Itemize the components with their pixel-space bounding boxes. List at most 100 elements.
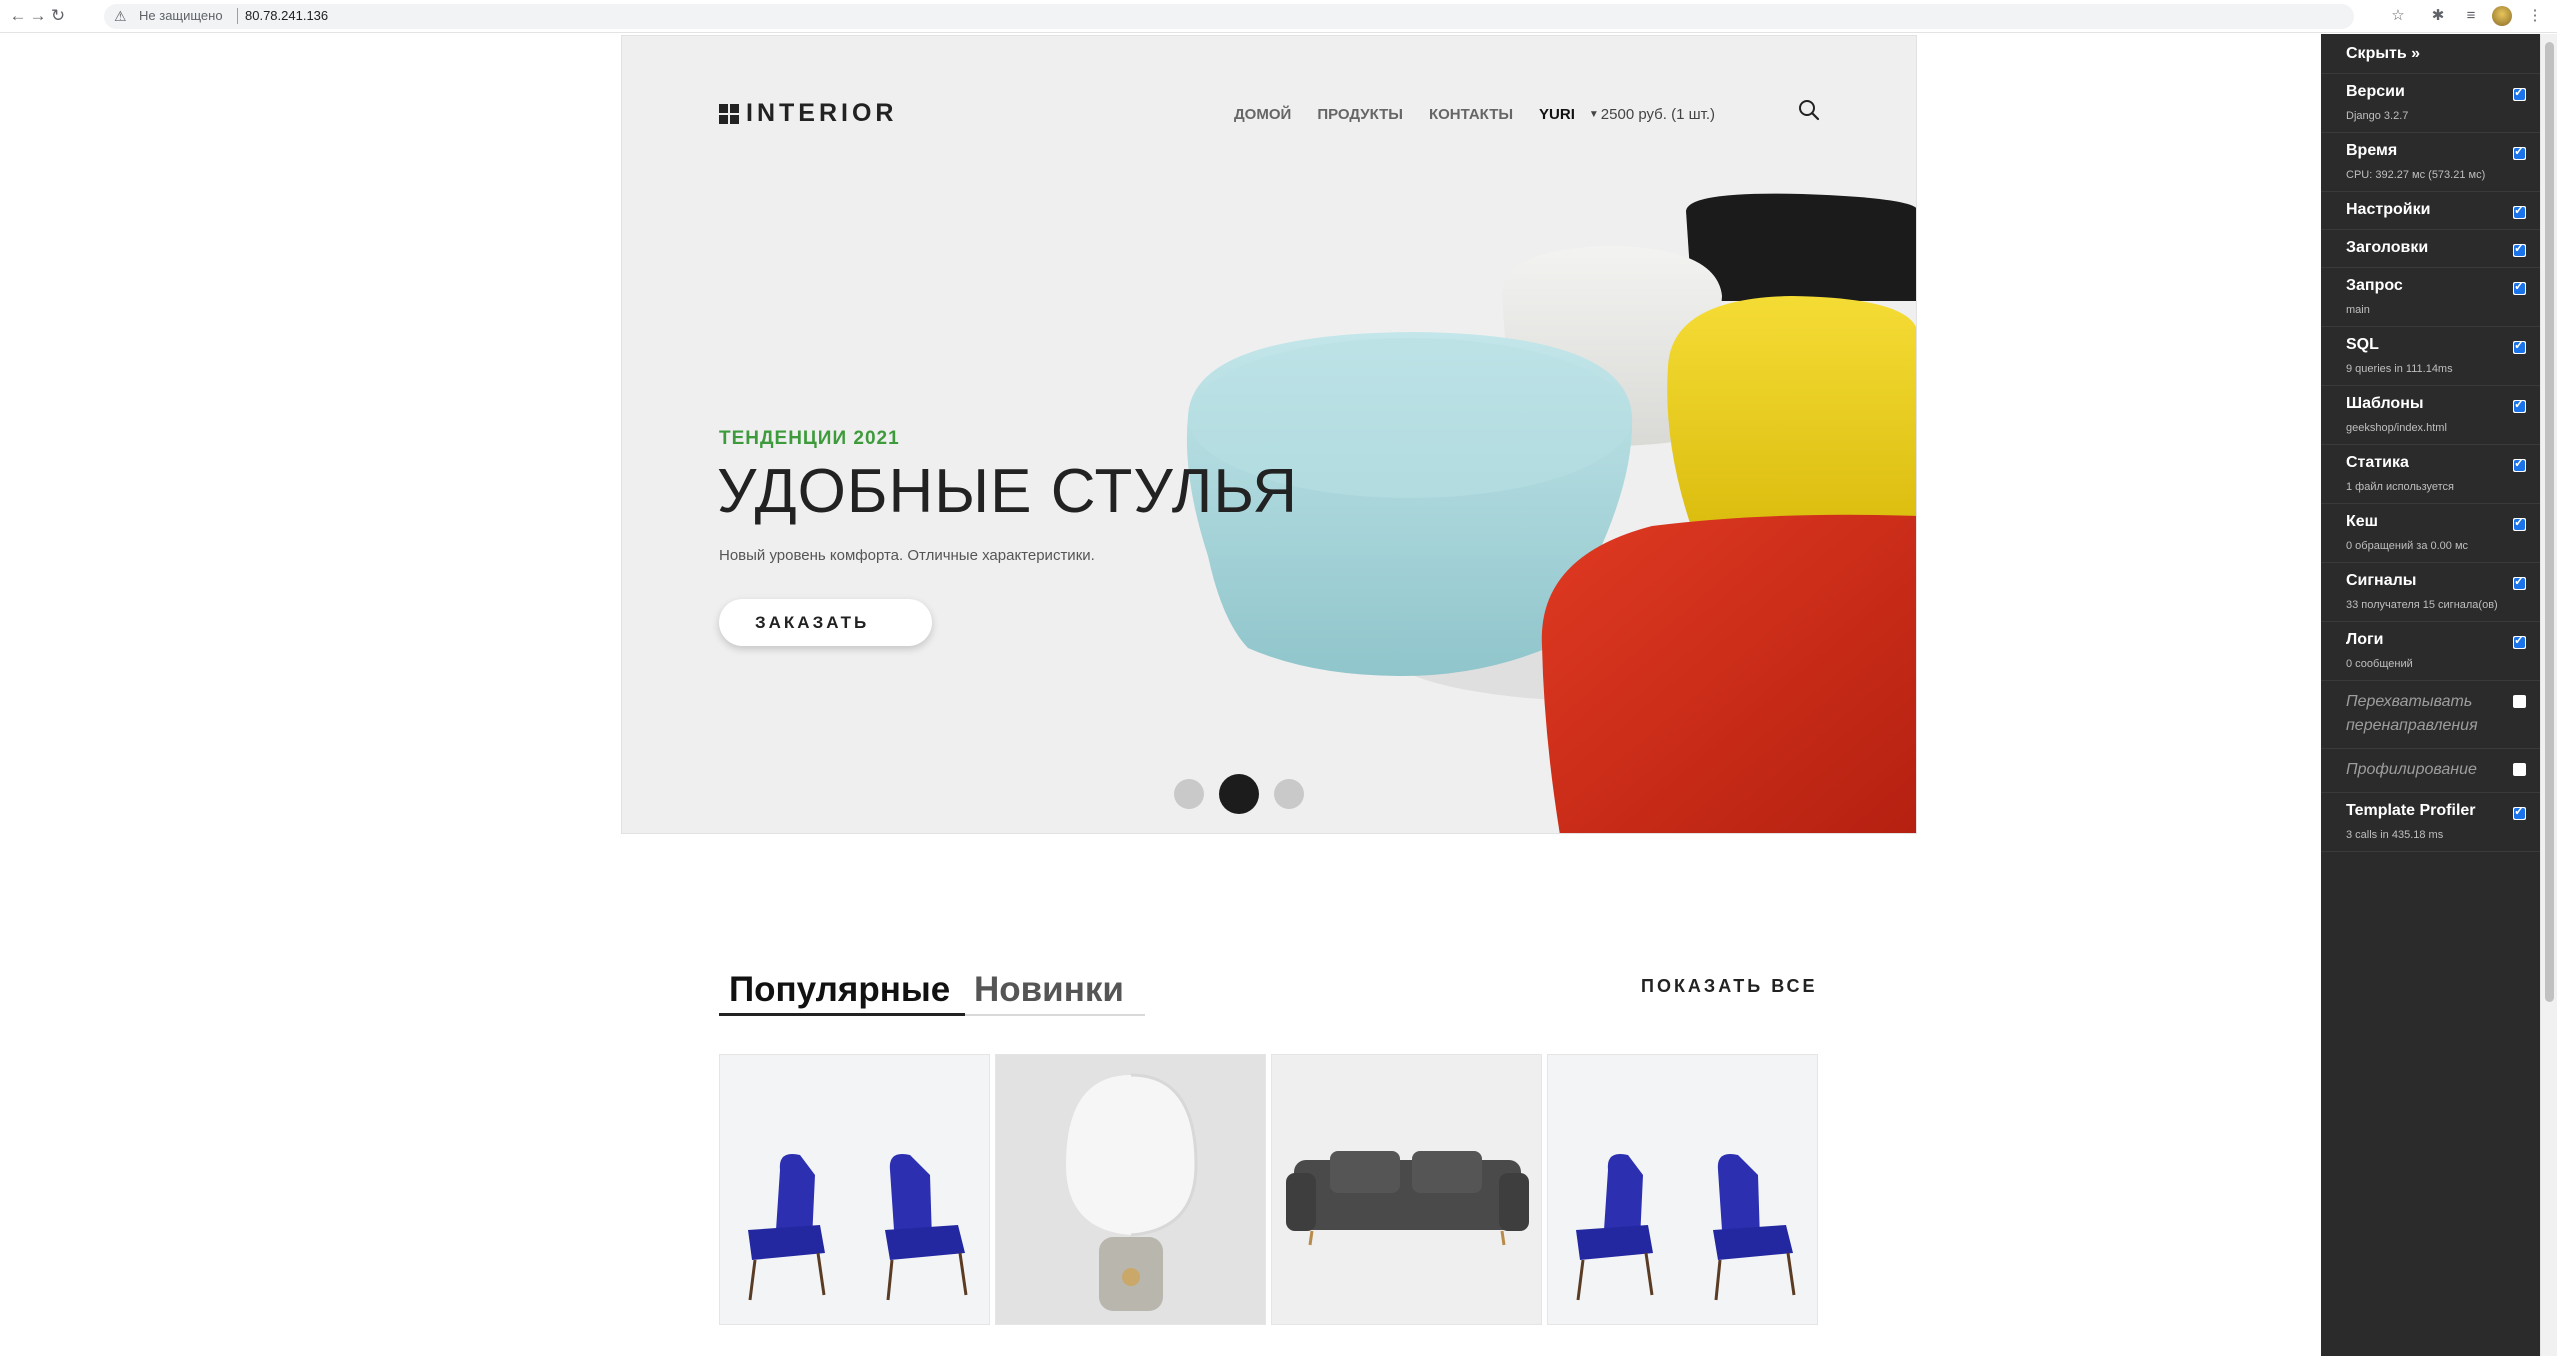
reload-icon[interactable]: ↻ bbox=[48, 6, 68, 26]
debug-panel-subtitle: 0 обращений за 0.00 мс bbox=[2346, 540, 2469, 552]
hero-slider: INTERIOR ДОМОЙ ПРОДУКТЫ КОНТАКТЫ YURI ▼ … bbox=[621, 35, 1917, 834]
product-tabs: Популярные Новинки bbox=[719, 964, 1145, 1016]
debug-panel-subtitle: 33 получателя 15 сигнала(ов) bbox=[2346, 599, 2498, 611]
address-divider bbox=[237, 8, 238, 24]
debug-panel[interactable]: Перехватывать перенаправления bbox=[2321, 681, 2540, 749]
scrollbar-thumb[interactable] bbox=[2545, 42, 2554, 1002]
debug-panel-title[interactable]: Настройки bbox=[2346, 201, 2510, 219]
debug-panel-subtitle: CPU: 392.27 мс (573.21 мс) bbox=[2346, 169, 2486, 181]
debug-panel-checkbox[interactable] bbox=[2513, 574, 2526, 590]
security-status[interactable]: Не защищено bbox=[139, 8, 223, 23]
debug-panel-checkbox[interactable] bbox=[2513, 633, 2526, 649]
page-scrollbar[interactable] bbox=[2540, 34, 2557, 1356]
debug-panel-title[interactable]: Template Profiler bbox=[2346, 802, 2510, 820]
debug-panel-checkbox[interactable] bbox=[2513, 203, 2526, 219]
debug-panel[interactable]: Template Profiler 3 calls in 435.18 ms bbox=[2321, 793, 2540, 852]
url-text[interactable]: 80.78.241.136 bbox=[245, 8, 328, 23]
debug-panel[interactable]: Шаблоны geekshop/index.html bbox=[2321, 386, 2540, 445]
debug-panel[interactable]: SQL 9 queries in 111.14ms bbox=[2321, 327, 2540, 386]
order-button[interactable]: ЗАКАЗАТЬ bbox=[719, 599, 932, 646]
debug-panel[interactable]: Сигналы 33 получателя 15 сигнала(ов) bbox=[2321, 563, 2540, 622]
debug-panel-title[interactable]: SQL bbox=[2346, 336, 2510, 354]
show-all-link[interactable]: ПОКАЗАТЬ ВСЕ bbox=[1641, 976, 1818, 997]
debug-panel[interactable]: Кеш 0 обращений за 0.00 мс bbox=[2321, 504, 2540, 563]
profile-avatar[interactable] bbox=[2492, 6, 2512, 26]
debug-panel[interactable]: Настройки bbox=[2321, 192, 2540, 230]
sofa-image bbox=[1272, 1055, 1541, 1324]
logo-text: INTERIOR bbox=[746, 99, 898, 127]
back-icon[interactable]: ← bbox=[8, 6, 28, 26]
debug-panel-title[interactable]: Профилирование bbox=[2346, 758, 2510, 782]
debug-panel-title[interactable]: Время bbox=[2346, 142, 2510, 160]
debug-panel[interactable]: Заголовки bbox=[2321, 230, 2540, 268]
debug-panel[interactable]: Запрос main bbox=[2321, 268, 2540, 327]
debug-panel-checkbox[interactable] bbox=[2513, 804, 2526, 820]
debug-panel-subtitle: 3 calls in 435.18 ms bbox=[2346, 829, 2444, 841]
debug-panel[interactable]: Логи 0 сообщений bbox=[2321, 622, 2540, 681]
debug-panel[interactable]: Версии Django 3.2.7 bbox=[2321, 74, 2540, 133]
menu-kebab-icon[interactable]: ⋮ bbox=[2525, 6, 2545, 26]
debug-panel-checkbox[interactable] bbox=[2513, 763, 2526, 776]
search-icon[interactable] bbox=[1798, 99, 1820, 121]
debug-panel[interactable]: Время CPU: 392.27 мс (573.21 мс) bbox=[2321, 133, 2540, 192]
debug-panel-subtitle: main bbox=[2346, 304, 2370, 316]
debug-panel-subtitle: 9 queries in 111.14ms bbox=[2346, 363, 2453, 375]
debug-panel-subtitle: Django 3.2.7 bbox=[2346, 110, 2409, 122]
page: INTERIOR ДОМОЙ ПРОДУКТЫ КОНТАКТЫ YURI ▼ … bbox=[0, 34, 2320, 1356]
address-bar[interactable] bbox=[104, 4, 2354, 29]
forward-icon[interactable]: → bbox=[28, 6, 48, 26]
warning-icon[interactable]: ⚠ bbox=[114, 8, 127, 25]
hero-tagline: ТЕНДЕНЦИИ 2021 bbox=[719, 428, 900, 449]
debug-panel-checkbox[interactable] bbox=[2513, 695, 2526, 708]
main-nav: ДОМОЙ ПРОДУКТЫ КОНТАКТЫ YURI ▼ 2500 руб.… bbox=[1234, 106, 1715, 123]
debug-panel-checkbox[interactable] bbox=[2513, 144, 2526, 160]
debug-panel-title[interactable]: Заголовки bbox=[2346, 239, 2510, 257]
cart-summary[interactable]: 2500 руб. (1 шт.) bbox=[1601, 106, 1715, 123]
slider-dot[interactable] bbox=[1274, 779, 1304, 809]
debug-panel-checkbox[interactable] bbox=[2513, 338, 2526, 354]
debug-panel-checkbox[interactable] bbox=[2513, 85, 2526, 101]
cart-caret-icon[interactable]: ▼ bbox=[1589, 109, 1599, 120]
nav-user[interactable]: YURI bbox=[1539, 106, 1575, 123]
product-card-blue-armchairs[interactable] bbox=[719, 1054, 990, 1325]
extensions-icon[interactable]: ✱ bbox=[2428, 6, 2448, 26]
slider-dots bbox=[1174, 774, 1319, 814]
product-card-blue-armchairs[interactable] bbox=[1547, 1054, 1818, 1325]
debug-panel-title[interactable]: Версии bbox=[2346, 83, 2510, 101]
debug-panel-title[interactable]: Шаблоны bbox=[2346, 395, 2510, 413]
product-card-globe-lamp[interactable] bbox=[995, 1054, 1266, 1325]
slider-dot[interactable] bbox=[1174, 779, 1204, 809]
debug-panel-checkbox[interactable] bbox=[2513, 241, 2526, 257]
hero-subline: Новый уровень комфорта. Отличные характе… bbox=[719, 547, 1095, 564]
tab-novelty[interactable]: Новинки bbox=[974, 970, 1124, 1010]
hide-toolbar-link[interactable]: Скрыть » bbox=[2321, 34, 2540, 74]
debug-panel-checkbox[interactable] bbox=[2513, 279, 2526, 295]
debug-panel-checkbox[interactable] bbox=[2513, 515, 2526, 531]
site-logo[interactable]: INTERIOR bbox=[719, 99, 897, 128]
debug-panel-subtitle: geekshop/index.html bbox=[2346, 422, 2447, 434]
debug-panel-subtitle: 0 сообщений bbox=[2346, 658, 2413, 670]
debug-panel-title[interactable]: Статика bbox=[2346, 454, 2510, 472]
debug-panel-title[interactable]: Запрос bbox=[2346, 277, 2510, 295]
slider-dot-active[interactable] bbox=[1219, 774, 1259, 814]
reading-list-icon[interactable]: ≡ bbox=[2461, 6, 2481, 26]
star-icon[interactable]: ☆ bbox=[2388, 6, 2408, 26]
nav-products[interactable]: ПРОДУКТЫ bbox=[1317, 106, 1403, 123]
debug-panel-checkbox[interactable] bbox=[2513, 397, 2526, 413]
red-pouf bbox=[1541, 514, 1916, 833]
debug-panel[interactable]: Статика 1 файл используется bbox=[2321, 445, 2540, 504]
nav-contacts[interactable]: КОНТАКТЫ bbox=[1429, 106, 1513, 123]
browser-toolbar: ← → ↻ ⚠ Не защищено 80.78.241.136 ☆ ✱ ≡ … bbox=[0, 0, 2557, 33]
logo-grid-icon bbox=[719, 103, 739, 124]
tab-popular[interactable]: Популярные bbox=[729, 970, 950, 1010]
debug-panel-title[interactable]: Кеш bbox=[2346, 513, 2510, 531]
debug-panel-title[interactable]: Перехватывать перенаправления bbox=[2346, 690, 2510, 738]
debug-panel-title[interactable]: Сигналы bbox=[2346, 572, 2510, 590]
debug-panel-title[interactable]: Логи bbox=[2346, 631, 2510, 649]
debug-panel[interactable]: Профилирование bbox=[2321, 749, 2540, 793]
product-card-grey-sofa[interactable] bbox=[1271, 1054, 1542, 1325]
product-grid bbox=[719, 1054, 1823, 1325]
nav-home[interactable]: ДОМОЙ bbox=[1234, 106, 1291, 123]
debug-panel-checkbox[interactable] bbox=[2513, 456, 2526, 472]
armchairs-image bbox=[1548, 1055, 1817, 1324]
